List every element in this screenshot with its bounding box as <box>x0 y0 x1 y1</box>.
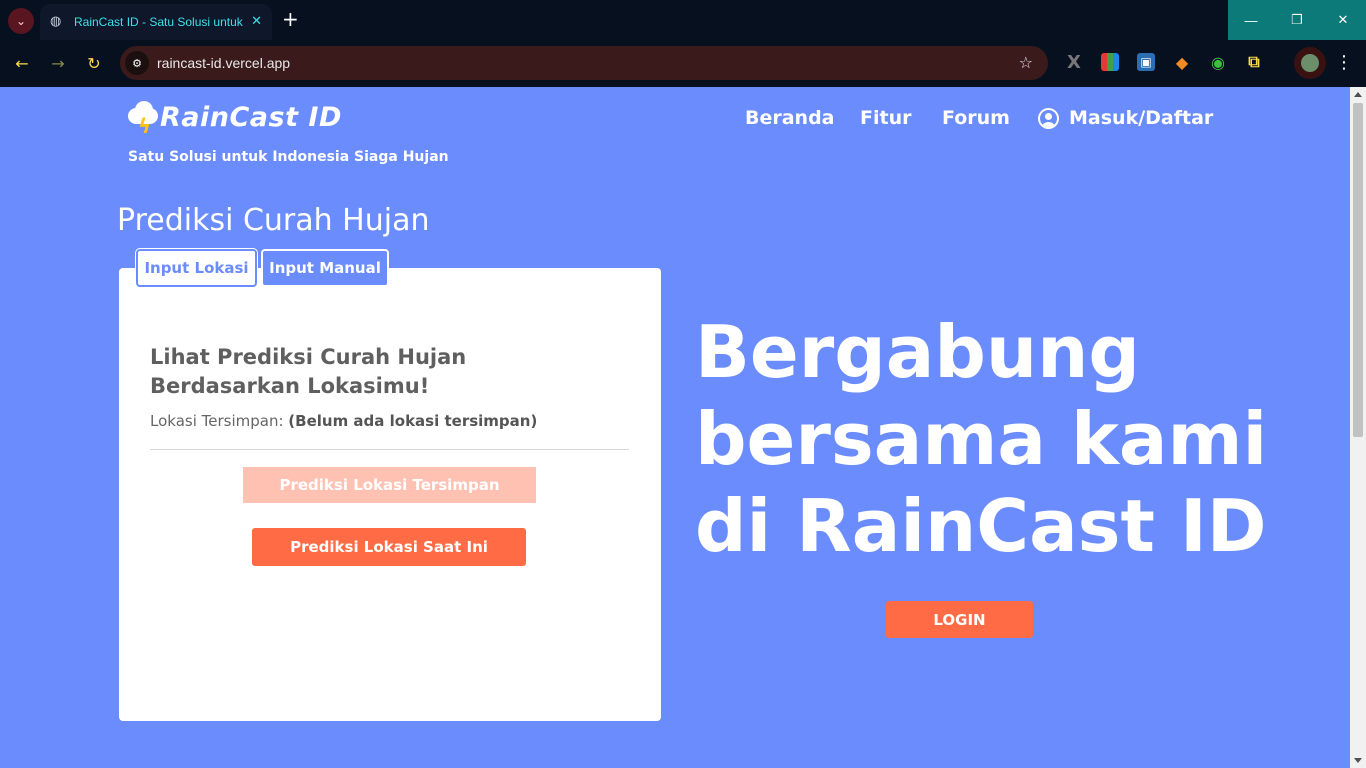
forward-icon[interactable]: → <box>47 52 69 74</box>
scrollbar-thumb[interactable] <box>1353 103 1363 437</box>
user-circle-icon <box>1038 107 1059 129</box>
bookmark-star-icon[interactable]: ☆ <box>1019 53 1033 72</box>
browser-chrome: ⌄ ◍ RainCast ID - Satu Solusi untuk Indo… <box>0 0 1366 87</box>
tab-strip: ⌄ ◍ RainCast ID - Satu Solusi untuk Indo… <box>0 0 1366 40</box>
tab-title: RainCast ID - Satu Solusi untuk Indonesi… <box>74 15 244 29</box>
new-tab-button[interactable]: + <box>282 8 299 30</box>
section-title: Prediksi Curah Hujan <box>117 203 430 238</box>
hero-heading: Bergabung bersama kami di RainCast ID <box>695 309 1267 570</box>
close-window-button[interactable]: ✕ <box>1320 0 1366 40</box>
page-viewport: ϟ RainCast ID Satu Solusi untuk Indonesi… <box>0 87 1350 768</box>
x-extension-icon[interactable]: X <box>1065 52 1083 73</box>
hero-line-1: Bergabung <box>695 310 1140 394</box>
url-text[interactable]: raincast-id.vercel.app <box>157 55 290 71</box>
puzzle-extensions-icon[interactable]: ⧉ <box>1245 52 1263 71</box>
card-heading: Lihat Prediksi Curah Hujan Berdasarkan L… <box>150 345 467 398</box>
site-logo[interactable]: ϟ RainCast ID <box>128 100 342 138</box>
screenshot-extension-icon[interactable]: ▣ <box>1137 53 1155 71</box>
prediction-card: Lihat Prediksi Curah Hujan Berdasarkan L… <box>119 268 661 721</box>
tab-input-manual[interactable]: Input Manual <box>261 249 389 287</box>
site-tagline: Satu Solusi untuk Indonesia Siaga Hujan <box>128 149 449 165</box>
profile-avatar[interactable] <box>1294 47 1326 79</box>
nav-beranda[interactable]: Beranda <box>745 107 835 129</box>
saved-location-value: (Belum ada lokasi tersimpan) <box>288 412 538 430</box>
browser-tab[interactable]: ◍ RainCast ID - Satu Solusi untuk Indone… <box>40 4 272 40</box>
palette-extension-icon[interactable] <box>1101 53 1119 71</box>
nav-login-link[interactable]: Masuk/Daftar <box>1038 107 1213 129</box>
address-bar[interactable]: ⚙ raincast-id.vercel.app ☆ <box>120 46 1048 80</box>
site-info-icon[interactable]: ⚙ <box>125 51 149 75</box>
window-controls: — ❐ ✕ <box>1228 0 1366 40</box>
eye-extension-icon[interactable]: ◉ <box>1209 53 1227 72</box>
browser-menu-icon[interactable]: ⋮ <box>1335 52 1353 73</box>
page-scrollbar[interactable] <box>1350 87 1366 768</box>
globe-icon: ◍ <box>50 14 62 29</box>
hero-line-3: di RainCast ID <box>695 484 1267 568</box>
back-icon[interactable]: ← <box>11 52 33 74</box>
browser-toolbar: ← → ↻ ⚙ raincast-id.vercel.app ☆ X ▣ ◆ ◉… <box>0 40 1366 87</box>
cloud-lightning-icon: ϟ <box>128 100 160 138</box>
restore-button[interactable]: ❐ <box>1274 0 1320 40</box>
metamask-fox-icon[interactable]: ◆ <box>1173 53 1191 72</box>
nav-forum[interactable]: Forum <box>942 107 1010 129</box>
saved-location-line: Lokasi Tersimpan: (Belum ada lokasi ters… <box>150 412 537 430</box>
divider <box>150 449 629 450</box>
minimize-button[interactable]: — <box>1228 0 1274 40</box>
nav-fitur[interactable]: Fitur <box>860 107 911 129</box>
nav-login-label: Masuk/Daftar <box>1069 107 1214 129</box>
tab-search-button[interactable]: ⌄ <box>8 8 34 34</box>
reload-icon[interactable]: ↻ <box>83 52 105 74</box>
tab-input-lokasi[interactable]: Input Lokasi <box>136 249 257 287</box>
predict-saved-location-button[interactable]: Prediksi Lokasi Tersimpan <box>243 467 536 503</box>
login-button[interactable]: LOGIN <box>886 601 1033 638</box>
close-tab-icon[interactable]: ✕ <box>251 14 262 29</box>
scroll-up-icon[interactable] <box>1354 92 1362 97</box>
hero-line-2: bersama kami <box>695 397 1268 481</box>
brand-name: RainCast ID <box>160 101 342 133</box>
saved-location-label: Lokasi Tersimpan: <box>150 412 284 430</box>
scroll-down-icon[interactable] <box>1354 758 1362 763</box>
predict-current-location-button[interactable]: Prediksi Lokasi Saat Ini <box>252 528 526 566</box>
